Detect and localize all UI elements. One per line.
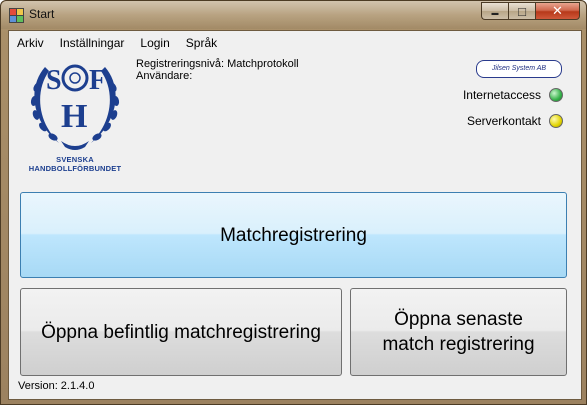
server-status-led-icon [549, 114, 563, 128]
menu-arkiv[interactable]: Arkiv [9, 32, 52, 54]
open-existing-match-label: Öppna befintlig matchregistrering [41, 321, 321, 343]
internet-status: Internetaccess [463, 88, 563, 102]
match-registration-button[interactable]: Matchregistrering [20, 192, 567, 278]
maximize-icon: □ [518, 3, 526, 19]
application-window: Start ▬ □ ✕ Arkiv Inställningar Login Sp… [0, 0, 587, 405]
federation-logo: S F H SVENSKA HANDBOLLFÖRBUNDET [23, 57, 127, 173]
open-latest-match-button[interactable]: Öppna senaste match registrering [350, 288, 567, 376]
close-icon: ✕ [552, 3, 563, 18]
minimize-icon: ▬ [491, 10, 499, 17]
logo-line-2: HANDBOLLFÖRBUNDET [28, 164, 122, 173]
user-label: Användare: [136, 70, 193, 82]
window-title: Start [29, 7, 55, 21]
minimize-button[interactable]: ▬ [481, 2, 508, 20]
internet-status-label: Internetaccess [462, 88, 541, 102]
open-existing-match-button[interactable]: Öppna befintlig matchregistrering [20, 288, 342, 376]
server-status-label: Serverkontakt [466, 114, 541, 128]
title-bar[interactable]: Start ▬ □ ✕ [1, 1, 586, 29]
application-icon [9, 8, 24, 23]
svg-text:S: S [46, 65, 62, 96]
maximize-button[interactable]: □ [508, 2, 535, 20]
registration-level-label: Registreringsnivå: Matchprotokoll [136, 58, 299, 70]
menu-installningar[interactable]: Inställningar [52, 32, 133, 54]
client-area: Arkiv Inställningar Login Språk S F H SV… [8, 30, 582, 400]
logo-line-1: SVENSKA [56, 155, 94, 164]
open-latest-match-label: Öppna senaste match registrering [382, 309, 535, 355]
menu-login[interactable]: Login [132, 32, 177, 54]
caption-buttons: ▬ □ ✕ [481, 2, 580, 21]
close-button[interactable]: ✕ [535, 2, 580, 20]
laurel-wreath-icon: S F H [30, 64, 120, 150]
svg-text:F: F [89, 65, 106, 96]
server-status: Serverkontakt [467, 114, 563, 128]
brand-logo: Jilsen System AB [476, 60, 562, 78]
menu-sprak[interactable]: Språk [178, 32, 225, 54]
version-label: Version: 2.1.4.0 [18, 380, 95, 392]
match-registration-label: Matchregistrering [220, 224, 367, 246]
internet-status-led-icon [549, 88, 563, 102]
svg-text:H: H [61, 98, 87, 135]
menu-bar: Arkiv Inställningar Login Språk [9, 31, 581, 55]
